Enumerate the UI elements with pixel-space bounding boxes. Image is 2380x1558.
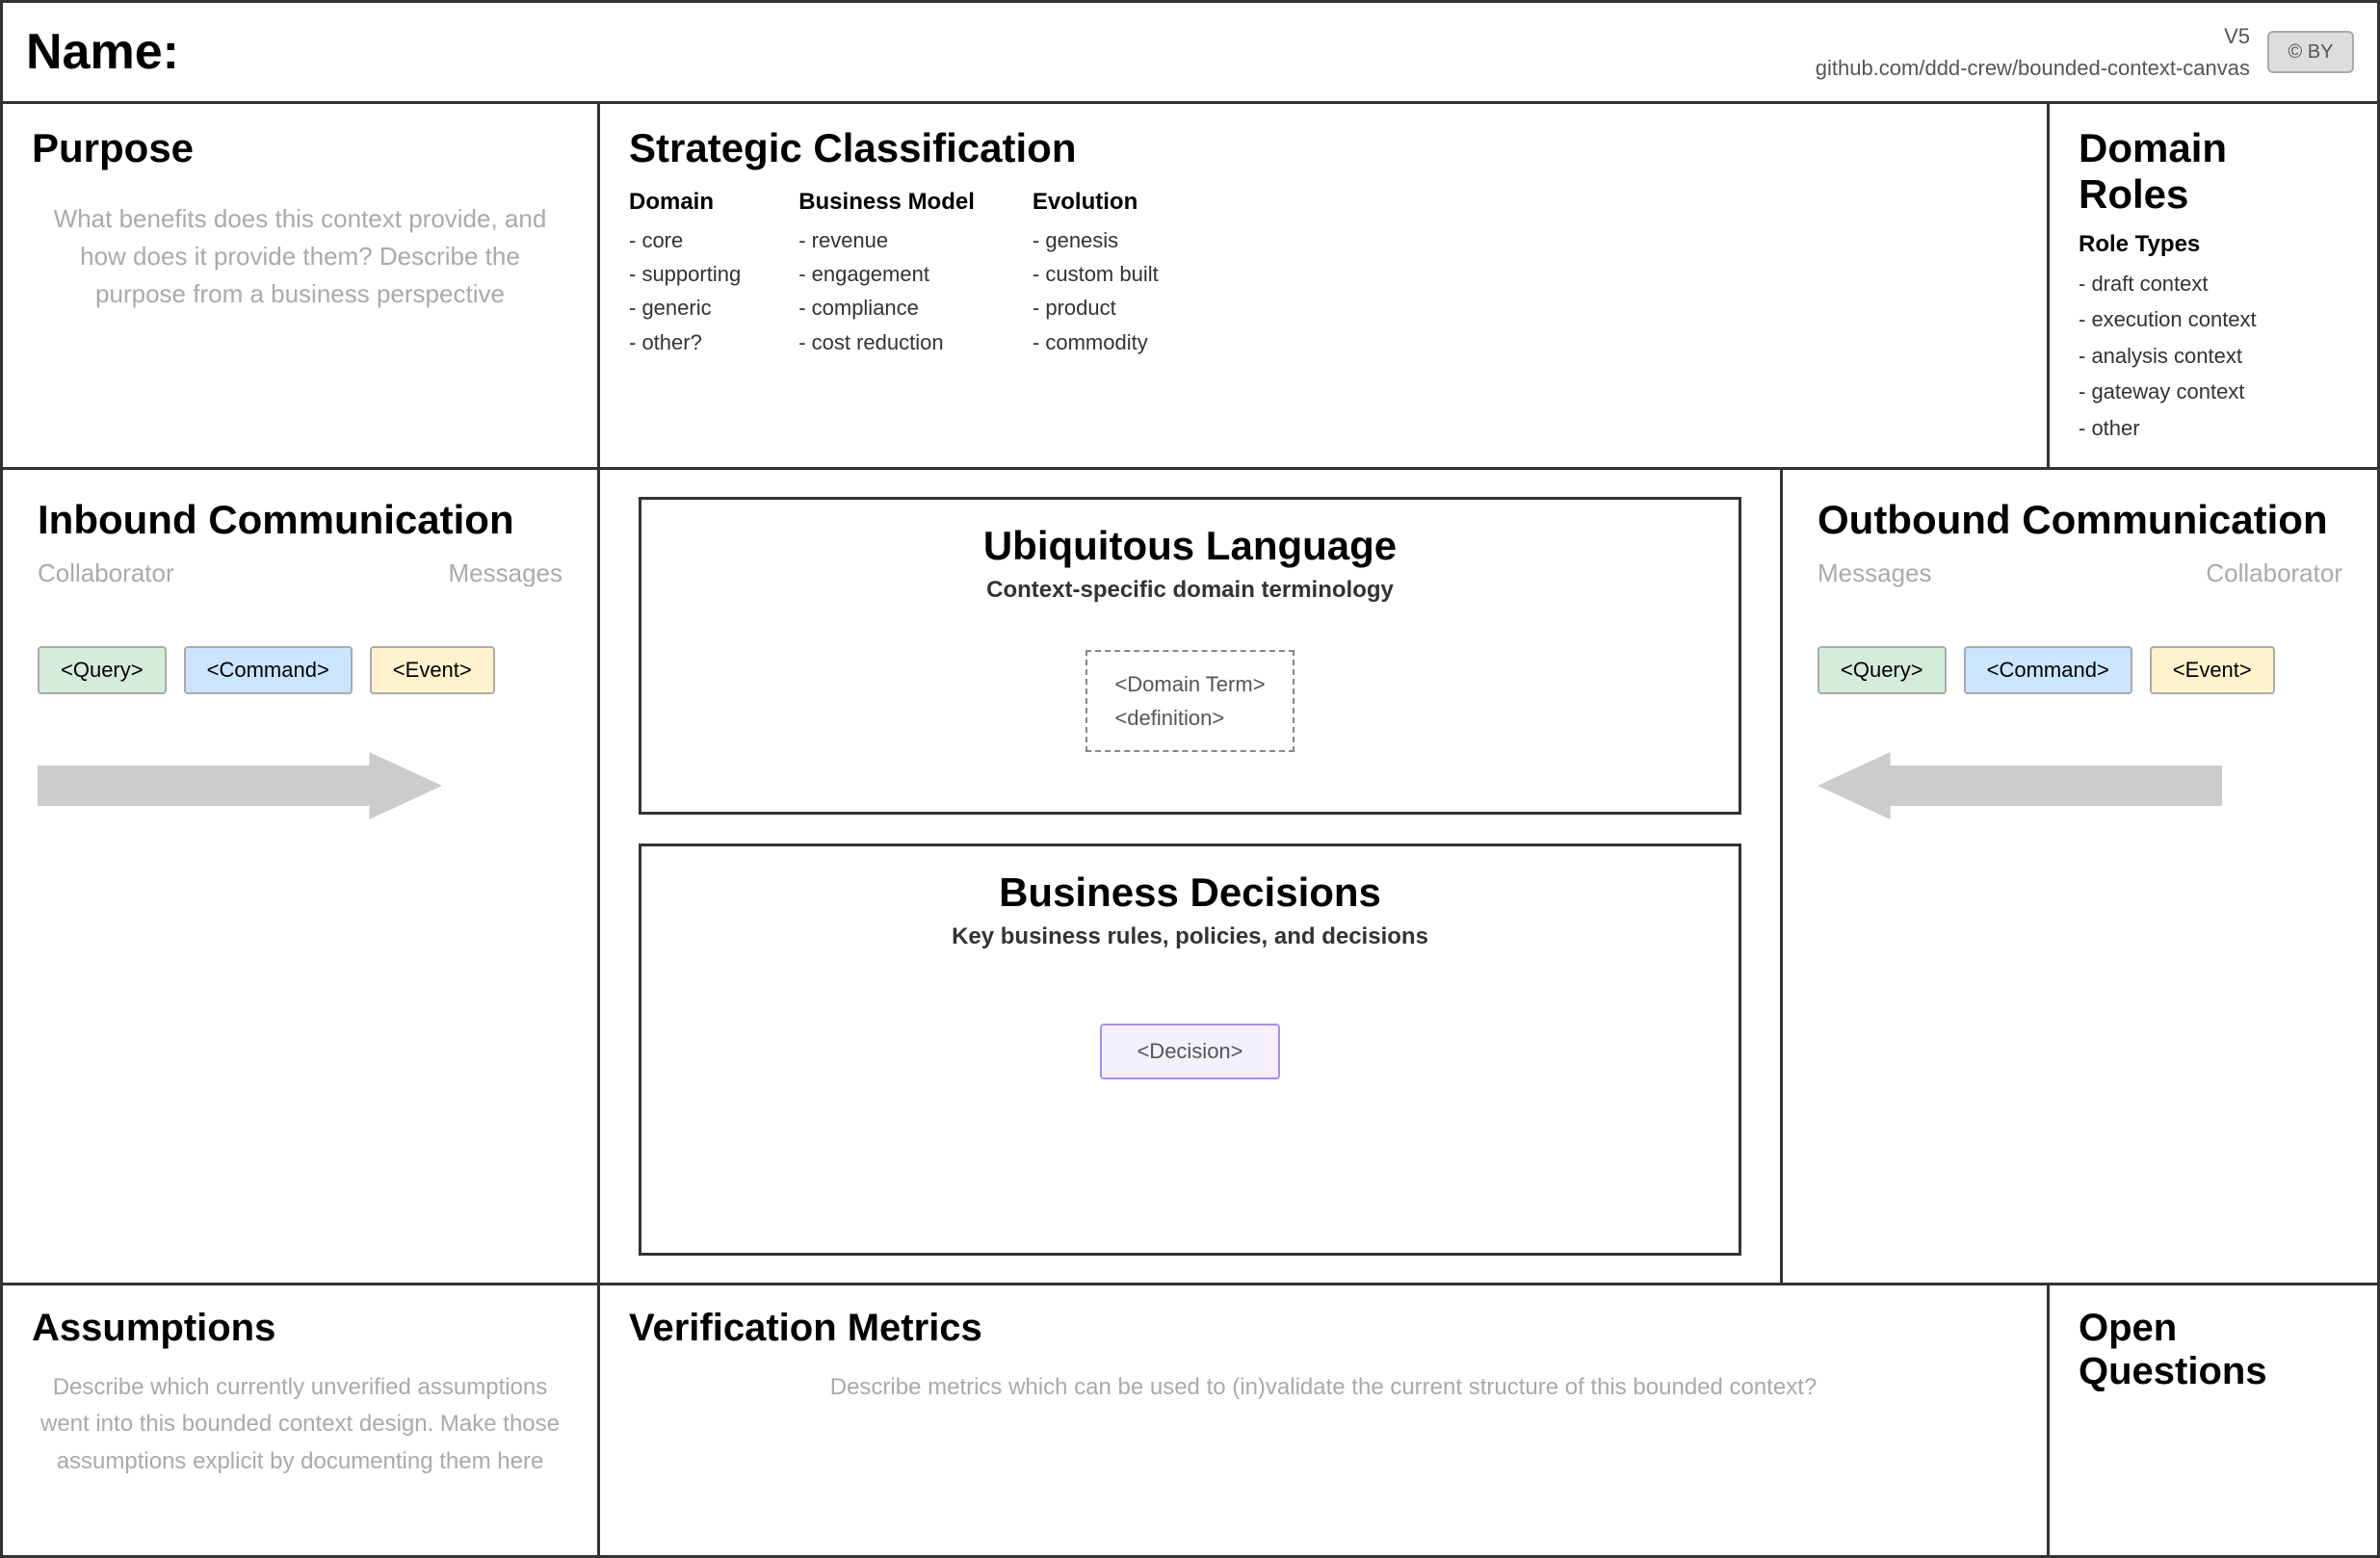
domain-roles-section: Domain Roles Role Types - draft context … <box>2050 104 2377 467</box>
biz-model-item-3: - compliance <box>798 291 975 325</box>
outbound-pills: <Query> <Command> <Event> <box>1818 646 2342 694</box>
role-item-2: - execution context <box>2079 301 2348 337</box>
license-icon: © BY <box>2288 41 2334 64</box>
ub-lang-subtitle: Context-specific domain terminology <box>986 577 1394 604</box>
evolution-col: Evolution - genesis - custom built - pro… <box>1033 189 1159 359</box>
open-questions-section: Open Questions <box>2050 1285 2377 1555</box>
inbound-collaborator-label: Collaborator <box>38 558 174 588</box>
inbound-sub-row: Collaborator Messages <box>38 558 562 588</box>
purpose-section: Purpose What benefits does this context … <box>3 104 600 467</box>
business-decisions-box: Business Decisions Key business rules, p… <box>639 844 1741 1256</box>
open-questions-title: Open Questions <box>2079 1307 2348 1393</box>
evolution-title: Evolution <box>1033 189 1159 216</box>
biz-model-item-1: - revenue <box>798 223 975 257</box>
outbound-title: Outbound Communication <box>1818 497 2342 543</box>
github-text: github.com/ddd-crew/bounded-context-canv… <box>1816 56 2250 80</box>
outbound-query-pill: <Query> <box>1818 646 1947 694</box>
header-meta: V5 github.com/ddd-crew/bounded-context-c… <box>1816 20 2354 84</box>
domain-col: Domain - core - supporting - generic - o… <box>629 189 741 359</box>
license-badge: © BY <box>2267 31 2354 73</box>
evolution-item-3: - product <box>1033 291 1159 325</box>
domain-item-1: - core <box>629 223 741 257</box>
inbound-event-pill: <Event> <box>370 646 495 694</box>
outbound-section: Outbound Communication Messages Collabor… <box>1780 470 2377 1283</box>
canvas-wrapper: Name: V5 github.com/ddd-crew/bounded-con… <box>0 0 2380 1558</box>
domain-term-card: <Domain Term> <definition> <box>1085 650 1294 752</box>
outbound-collaborator-label: Collaborator <box>2206 558 2342 588</box>
assumptions-title: Assumptions <box>32 1307 568 1350</box>
verification-hint: Describe metrics which can be used to (i… <box>629 1369 2018 1406</box>
strategic-columns: Domain - core - supporting - generic - o… <box>629 189 2018 359</box>
inbound-command-pill: <Command> <box>184 646 353 694</box>
middle-section: Inbound Communication Collaborator Messa… <box>3 470 2377 1285</box>
version-text: V5 <box>2224 24 2250 48</box>
outbound-arrow-left <box>1818 752 2222 819</box>
biz-model-item-2: - engagement <box>798 257 975 291</box>
role-item-3: - analysis context <box>2079 338 2348 374</box>
outbound-event-pill: <Event> <box>2150 646 2275 694</box>
role-item-4: - gateway context <box>2079 374 2348 409</box>
purpose-title: Purpose <box>32 125 568 171</box>
domain-item-2: - supporting <box>629 257 741 291</box>
decision-card: <Decision> <box>1100 1024 1279 1079</box>
header-row: Name: V5 github.com/ddd-crew/bounded-con… <box>3 3 2377 104</box>
biz-model-title: Business Model <box>798 189 975 216</box>
center-section: Ubiquitous Language Context-specific dom… <box>600 470 1780 1283</box>
biz-dec-subtitle: Key business rules, policies, and decisi… <box>952 923 1428 950</box>
domain-term-text: <Domain Term> <box>1114 672 1265 696</box>
inbound-arrow-right <box>38 752 442 819</box>
inbound-query-pill: <Query> <box>38 646 167 694</box>
inbound-title: Inbound Communication <box>38 497 562 543</box>
domain-item-3: - generic <box>629 291 741 325</box>
name-label: Name: <box>26 23 1816 81</box>
top-section: Purpose What benefits does this context … <box>3 104 2377 470</box>
definition-text: <definition> <box>1114 706 1224 730</box>
outbound-messages-label: Messages <box>1818 558 1932 588</box>
header-version: V5 github.com/ddd-crew/bounded-context-c… <box>1816 20 2250 84</box>
outbound-command-pill: <Command> <box>1964 646 2132 694</box>
assumptions-hint: Describe which currently unverified assu… <box>32 1369 568 1480</box>
bottom-section: Assumptions Describe which currently unv… <box>3 1285 2377 1555</box>
inbound-section: Inbound Communication Collaborator Messa… <box>3 470 600 1283</box>
evolution-item-4: - commodity <box>1033 325 1159 359</box>
purpose-hint: What benefits does this context provide,… <box>32 200 568 313</box>
domain-item-4: - other? <box>629 325 741 359</box>
ub-lang-title: Ubiquitous Language <box>983 523 1397 569</box>
strategic-section: Strategic Classification Domain - core -… <box>600 104 2050 467</box>
strategic-title: Strategic Classification <box>629 125 2018 171</box>
biz-model-col: Business Model - revenue - engagement - … <box>798 189 975 359</box>
inbound-messages-label: Messages <box>449 558 563 588</box>
evolution-item-1: - genesis <box>1033 223 1159 257</box>
domain-col-title: Domain <box>629 189 741 216</box>
verification-section: Verification Metrics Describe metrics wh… <box>600 1285 2050 1555</box>
role-item-5: - other <box>2079 410 2348 446</box>
role-types-label: Role Types <box>2079 231 2348 258</box>
domain-roles-title: Domain Roles <box>2079 125 2348 218</box>
role-item-1: - draft context <box>2079 266 2348 301</box>
inbound-pills: <Query> <Command> <Event> <box>38 646 562 694</box>
evolution-item-2: - custom built <box>1033 257 1159 291</box>
verification-title: Verification Metrics <box>629 1307 2018 1350</box>
outbound-sub-row: Messages Collaborator <box>1818 558 2342 588</box>
assumptions-section: Assumptions Describe which currently unv… <box>3 1285 600 1555</box>
biz-dec-title: Business Decisions <box>999 870 1381 916</box>
biz-model-item-4: - cost reduction <box>798 325 975 359</box>
ubiquitous-language-box: Ubiquitous Language Context-specific dom… <box>639 497 1741 815</box>
